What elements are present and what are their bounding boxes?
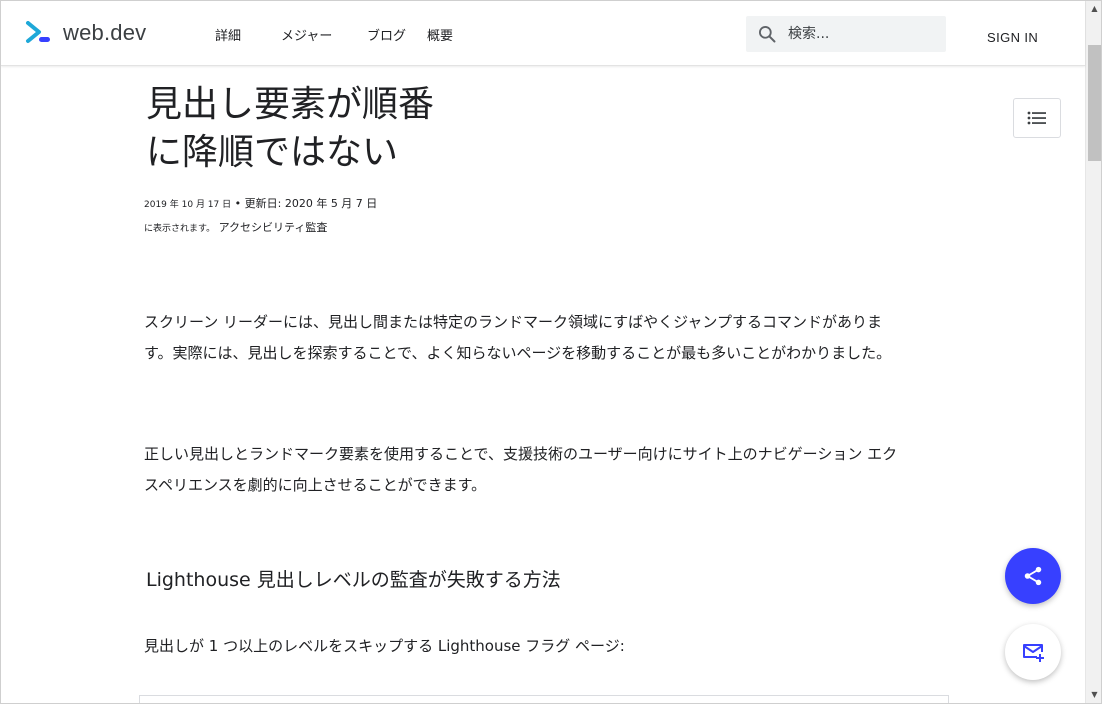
- intro-paragraph: スクリーン リーダーには、見出し間または特定のランドマーク領域にすばやくジャンプ…: [144, 313, 892, 362]
- table-of-contents-button[interactable]: [1013, 98, 1061, 138]
- section-heading: Lighthouse 見出しレベルの監査が失敗する方法: [146, 569, 561, 591]
- sign-in-button[interactable]: SIGN IN: [987, 30, 1038, 45]
- example-code-block: [139, 695, 949, 703]
- scroll-down-arrow[interactable]: ▼: [1086, 687, 1101, 703]
- scroll-up-arrow[interactable]: ▲: [1086, 1, 1101, 17]
- scrollbar-thumb[interactable]: [1088, 45, 1101, 161]
- landmarks-paragraph: 正しい見出しとランドマーク要素を使用することで、支援技術のユーザー向けにサイト上…: [144, 445, 898, 494]
- table-of-contents-icon: [1027, 111, 1046, 125]
- search-box[interactable]: [746, 16, 946, 52]
- nav-item-blog[interactable]: ブログ: [367, 25, 427, 44]
- published-date: 2019 年 10 月 17 日: [144, 200, 232, 210]
- site-logo[interactable]: web.dev: [25, 19, 146, 47]
- collection-link[interactable]: アクセシビリティ監査: [219, 221, 328, 234]
- article-dates: 2019 年 10 月 17 日 • 更新日: 2020 年 5 月 7 日: [144, 195, 377, 211]
- search-icon: [759, 26, 776, 43]
- logo-text: web.dev: [63, 20, 147, 45]
- meta-separator: •: [234, 197, 242, 210]
- page-title: 見出し要素が順番に降順ではない: [146, 84, 435, 173]
- nav-item-learn[interactable]: 詳細: [215, 25, 281, 44]
- browser-page: web.dev 詳細 メジャー ブログ 概要 SIGN IN 見出し要素が順番に…: [0, 0, 1102, 704]
- nav-item-measure[interactable]: メジャー: [281, 25, 367, 44]
- share-button[interactable]: [1005, 548, 1061, 604]
- mail-subscribe-icon: [1023, 644, 1044, 662]
- web-dev-logo-icon: [26, 21, 50, 43]
- search-input[interactable]: [786, 25, 940, 43]
- appears-in-label: に表示されます。: [144, 224, 216, 234]
- share-icon: [1024, 566, 1042, 586]
- subscribe-button[interactable]: [1005, 624, 1061, 680]
- vertical-scrollbar[interactable]: ▲ ▼: [1085, 1, 1101, 703]
- audit-paragraph: 見出しが 1 つ以上のレベルをスキップする Lighthouse フラグ ページ…: [144, 637, 625, 655]
- main-nav: 詳細 メジャー ブログ 概要: [215, 25, 467, 44]
- article-collection: に表示されます。 アクセシビリティ監査: [144, 219, 327, 235]
- updated-date: 更新日: 2020 年 5 月 7 日: [244, 197, 378, 210]
- site-header: web.dev 詳細 メジャー ブログ 概要 SIGN IN: [1, 1, 1085, 66]
- nav-item-about[interactable]: 概要: [427, 25, 467, 44]
